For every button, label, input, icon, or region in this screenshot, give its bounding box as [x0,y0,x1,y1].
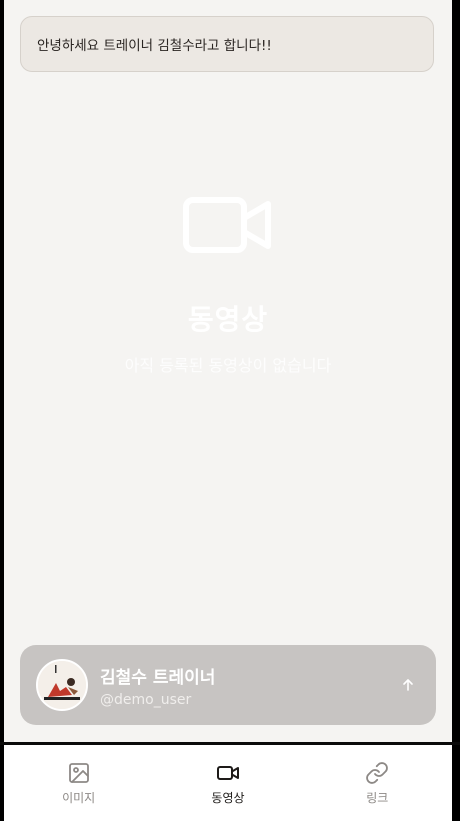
image-icon [68,763,89,783]
tab-images[interactable]: 이미지 [4,745,153,821]
greeting-text: 안녕하세요 트레이너 김철수라고 합니다!! [37,38,272,54]
video-icon [216,766,239,780]
main-screen: 안녕하세요 트레이너 김철수라고 합니다!! 동영상 아직 등록된 동영상이 없… [4,0,452,742]
tab-videos-label: 동영상 [211,791,245,805]
bottom-tab-bar: 이미지 동영상 링크 [4,745,452,821]
link-icon [366,762,389,784]
profile-info: 김철수 트레이너 @demo_user [100,663,396,708]
empty-state: 동영상 아직 등록된 동영상이 없습니다 [4,190,452,376]
profile-handle: @demo_user [100,691,192,708]
arrow-up-icon[interactable] [396,673,420,697]
greeting-message: 안녕하세요 트레이너 김철수라고 합니다!! [20,16,434,72]
empty-state-subtitle: 아직 등록된 동영상이 없습니다 [124,356,332,375]
tab-videos[interactable]: 동영상 [153,745,302,821]
profile-card[interactable]: 김철수 트레이너 @demo_user [20,645,436,725]
video-camera-icon [183,197,271,253]
empty-state-title: 동영상 [187,303,269,336]
profile-name: 김철수 트레이너 [100,667,216,688]
tab-links-label: 링크 [366,791,389,805]
tab-images-label: 이미지 [62,791,96,805]
trainer-photo [38,661,86,709]
tab-links[interactable]: 링크 [303,745,452,821]
avatar [36,659,88,711]
